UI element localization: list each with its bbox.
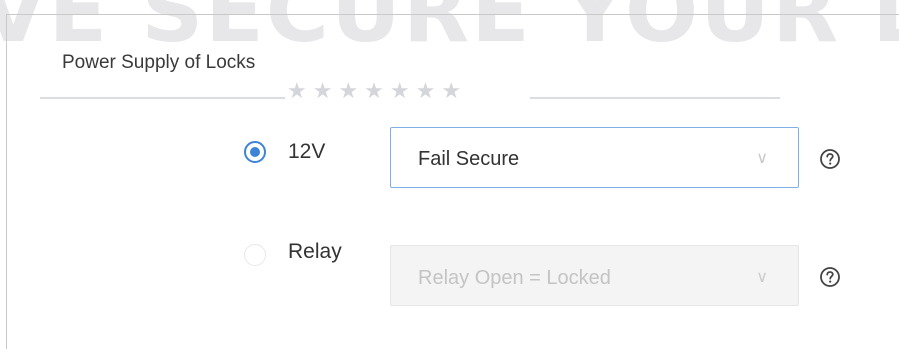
section-title: Power Supply of Locks [62, 52, 256, 73]
help-circle-icon[interactable] [819, 266, 841, 288]
settings-panel-stage: VE SECURE YOUR LIFE ★★★★★★★ Power Supply… [0, 0, 899, 349]
chevron-down-icon: ∨ [756, 150, 768, 167]
lock-mode-dropdown[interactable]: Fail Secure ∨ [390, 127, 799, 188]
radio-12v-label[interactable]: 12V [288, 140, 325, 164]
chevron-down-icon: ∨ [756, 269, 768, 286]
relay-mode-dropdown: Relay Open = Locked ∨ [390, 245, 799, 306]
radio-relay[interactable] [244, 244, 266, 266]
relay-mode-dropdown-value: Relay Open = Locked [418, 267, 611, 289]
radio-selected-dot [250, 147, 260, 157]
radio-12v[interactable] [244, 141, 266, 163]
radio-relay-label[interactable]: Relay [288, 240, 342, 264]
lock-mode-dropdown-value: Fail Secure [418, 148, 520, 170]
help-circle-icon[interactable] [819, 148, 841, 170]
